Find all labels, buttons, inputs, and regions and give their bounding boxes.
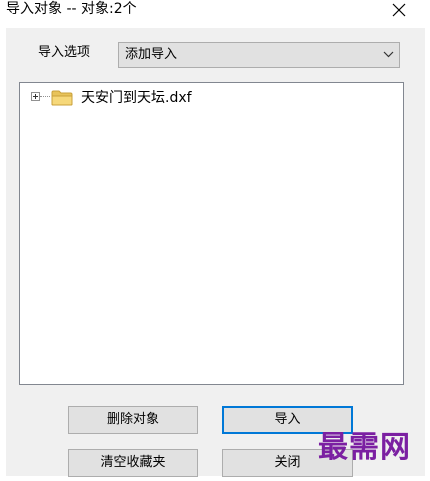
import-objects-dialog: 导入对象 -- 对象:2个 导入选项 添加导入 天安门到天坛.dxf 删除对象 … xyxy=(0,0,430,481)
object-tree[interactable]: 天安门到天坛.dxf xyxy=(19,82,404,385)
watermark-logo: 最需网 xyxy=(318,430,411,465)
folder-icon xyxy=(51,90,73,106)
tree-item-label: 天安门到天坛.dxf xyxy=(81,90,192,106)
close-icon xyxy=(392,3,406,17)
chevron-down-icon xyxy=(383,51,394,58)
title-bar[interactable]: 导入对象 -- 对象:2个 xyxy=(0,0,430,22)
expand-icon[interactable] xyxy=(31,92,40,101)
import-options-select[interactable]: 添加导入 xyxy=(118,42,400,68)
clear-favorites-button[interactable]: 清空收藏夹 xyxy=(68,449,198,477)
window-title: 导入对象 -- 对象:2个 xyxy=(6,1,137,17)
delete-objects-button[interactable]: 删除对象 xyxy=(68,406,198,434)
import-options-value: 添加导入 xyxy=(125,47,178,62)
tree-connector xyxy=(40,96,50,97)
close-window-button[interactable] xyxy=(384,0,414,22)
import-options-label: 导入选项 xyxy=(38,45,91,60)
